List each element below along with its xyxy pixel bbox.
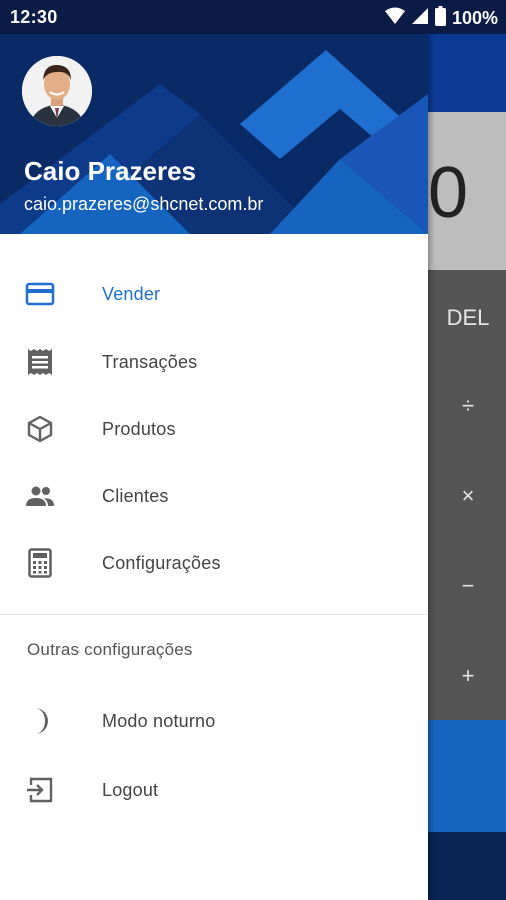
menu-item-label: Transações	[102, 351, 198, 372]
user-email: caio.prazeres@shcnet.com.br	[24, 194, 264, 214]
avatar[interactable]	[22, 56, 92, 126]
menu-item-label: Vender	[102, 283, 161, 304]
battery-icon	[434, 6, 446, 31]
status-bar: 12:30 100%	[0, 0, 506, 34]
signal-icon	[411, 7, 429, 30]
section-title: Outras configurações	[27, 640, 193, 659]
people-icon	[24, 480, 56, 512]
menu-divider	[0, 614, 428, 615]
receipt-icon	[24, 346, 56, 378]
multiply-button[interactable]: ×	[430, 483, 506, 509]
menu-item-label: Configurações	[102, 552, 221, 573]
moon-icon	[24, 705, 56, 737]
battery-level: 100%	[451, 8, 498, 28]
menu-item-label: Clientes	[102, 485, 169, 506]
menu-item-produtos[interactable]: Produtos	[0, 401, 428, 457]
menu-item-label: Modo noturno	[102, 710, 216, 731]
menu-item-logout[interactable]: Logout	[0, 762, 428, 818]
menu-item-label: Produtos	[102, 418, 176, 439]
calculator-icon	[24, 547, 56, 579]
status-time: 12:30	[10, 7, 58, 27]
credit-card-icon	[24, 278, 56, 310]
menu-item-transacoes[interactable]: Transações	[0, 334, 428, 390]
user-name: Caio Prazeres	[24, 156, 196, 186]
navigation-drawer: Caio Prazeres caio.prazeres@shcnet.com.b…	[0, 34, 428, 900]
menu-item-configuracoes[interactable]: Configurações	[0, 535, 428, 591]
status-icons: 100%	[384, 6, 498, 31]
menu-item-vender[interactable]: Vender	[0, 266, 428, 322]
drawer-header: Caio Prazeres caio.prazeres@shcnet.com.b…	[0, 34, 428, 234]
menu-item-modo-noturno[interactable]: Modo noturno	[0, 693, 428, 749]
menu-item-label: Logout	[102, 779, 159, 800]
subtract-button[interactable]: −	[430, 573, 506, 599]
wifi-icon	[384, 7, 405, 30]
add-button[interactable]: +	[430, 663, 506, 689]
divide-button[interactable]: ÷	[430, 393, 506, 419]
delete-button[interactable]: DEL	[430, 305, 506, 331]
calculator-display-value: 0	[427, 153, 468, 233]
box-icon	[24, 413, 56, 445]
menu-item-clientes[interactable]: Clientes	[0, 468, 428, 524]
logout-icon	[24, 774, 56, 806]
